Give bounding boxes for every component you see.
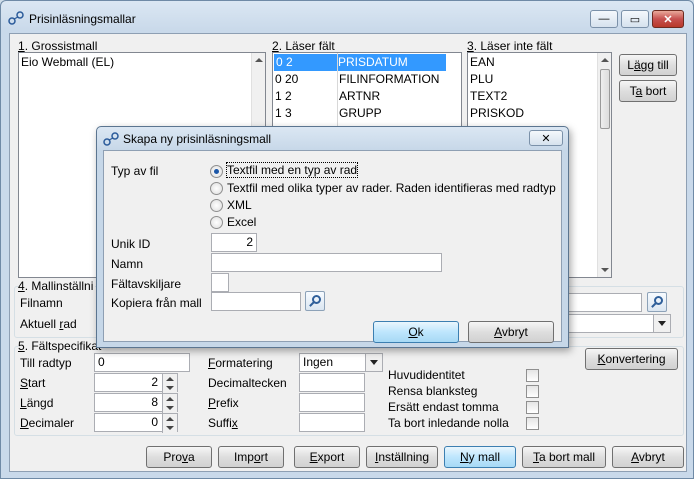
laser-inte-falt-scrollbar[interactable] bbox=[597, 53, 611, 277]
namn-label: Namn bbox=[111, 257, 144, 271]
dialog-title: Skapa ny prisinläsningsmall bbox=[123, 132, 272, 146]
mallinstallning-label: 4. Mallinställni bbox=[18, 279, 96, 293]
prova-button[interactable]: Prova bbox=[146, 446, 212, 468]
radio-xml[interactable] bbox=[210, 199, 223, 212]
radio-textfil-olika-typer-label[interactable]: Textfil med olika typer av rader. Raden … bbox=[227, 181, 556, 195]
laser-falt-label: 2. Läser fält bbox=[272, 39, 335, 53]
installning-button[interactable]: Inställning bbox=[366, 446, 438, 468]
aktuell-rad-label: Aktuell rad bbox=[20, 317, 77, 331]
ersatt-endast-tomma-label: Ersätt endast tomma bbox=[388, 400, 499, 414]
list-item[interactable]: 0 2 PRISDATUM bbox=[274, 54, 446, 71]
filnamn-input[interactable] bbox=[568, 293, 642, 312]
namn-input[interactable] bbox=[211, 253, 442, 272]
close-icon: ✕ bbox=[541, 132, 551, 145]
formatering-label: Formatering bbox=[208, 356, 273, 370]
scroll-thumb[interactable] bbox=[600, 69, 610, 129]
huvudidentitet-label: Huvudidentitet bbox=[388, 368, 465, 382]
scroll-down-icon[interactable] bbox=[601, 268, 609, 272]
dialog-ok-button[interactable]: Ok bbox=[373, 321, 459, 343]
radio-excel-label[interactable]: Excel bbox=[227, 215, 256, 229]
prefix-label: Prefix bbox=[208, 396, 239, 410]
stepper-arrows-icon[interactable] bbox=[162, 414, 177, 433]
minimize-icon: — bbox=[598, 13, 610, 25]
ny-mall-button[interactable]: Ny mall bbox=[444, 446, 516, 468]
ta-bort-button[interactable]: Ta bort bbox=[619, 80, 677, 102]
avbryt-button[interactable]: Avbryt bbox=[612, 446, 684, 468]
till-radtyp-label: Till radtyp bbox=[20, 356, 72, 370]
rensa-blanksteg-checkbox[interactable] bbox=[526, 385, 539, 398]
radio-textfil-en-typ[interactable] bbox=[210, 165, 223, 178]
start-label: Start bbox=[20, 376, 46, 390]
export-button[interactable]: Export bbox=[294, 446, 360, 468]
radio-xml-label[interactable]: XML bbox=[227, 198, 252, 212]
app-icon bbox=[8, 11, 24, 25]
list-item[interactable]: Eio Webmall (EL) bbox=[21, 54, 114, 71]
decimaler-label: Decimaler bbox=[20, 416, 75, 430]
lagg-till-button[interactable]: Lägg till bbox=[619, 54, 677, 76]
decimaltecken-label: Decimaltecken bbox=[208, 376, 287, 390]
dialog-close-button[interactable]: ✕ bbox=[529, 130, 563, 146]
laser-inte-falt-label: 3. Läser inte fält bbox=[467, 39, 553, 53]
list-item[interactable]: TEXT2 bbox=[470, 88, 507, 105]
decimaler-stepper[interactable]: 0 bbox=[94, 413, 178, 433]
grossistmall-label: 1. Grossistmall bbox=[18, 39, 98, 53]
stepper-arrows-icon[interactable] bbox=[162, 374, 177, 393]
kopiera-fran-mall-input[interactable] bbox=[211, 292, 301, 311]
list-item[interactable]: 1 3 GRUPP bbox=[275, 105, 382, 122]
ta-bort-mall-button[interactable]: Ta bort mall bbox=[522, 446, 606, 468]
scroll-up-icon[interactable] bbox=[255, 58, 263, 62]
formatering-combo[interactable]: Ingen bbox=[299, 353, 383, 372]
maximize-icon: ▭ bbox=[629, 13, 641, 26]
close-icon: ✕ bbox=[663, 13, 673, 26]
close-button[interactable]: ✕ bbox=[652, 10, 684, 28]
list-item[interactable]: 1 2 ARTNR bbox=[275, 88, 380, 105]
faltspecifikation-label: 5. Fältspecifikat bbox=[18, 339, 104, 353]
window-title: Prisinläsningsmallar bbox=[29, 12, 136, 26]
rensa-blanksteg-label: Rensa blanksteg bbox=[388, 384, 478, 398]
dialog-client-area: Typ av fil Textfil med en typ av rad Tex… bbox=[103, 150, 562, 343]
app-icon bbox=[103, 132, 119, 146]
suffix-label: Suffix bbox=[208, 416, 238, 430]
ta-bort-inledande-nolla-label: Ta bort inledande nolla bbox=[388, 416, 509, 430]
kopiera-fran-mall-label: Kopiera från mall bbox=[111, 296, 202, 310]
unik-id-label: Unik ID bbox=[111, 237, 151, 251]
title-bar[interactable]: Prisinläsningsmallar — ▭ ✕ bbox=[1, 1, 693, 33]
langd-stepper[interactable]: 8 bbox=[94, 393, 178, 413]
prefix-input[interactable] bbox=[299, 393, 365, 412]
konvertering-button[interactable]: Konvertering bbox=[585, 348, 678, 370]
faltavskiljare-input[interactable] bbox=[211, 273, 229, 292]
list-item[interactable]: PLU bbox=[470, 71, 493, 88]
chevron-down-icon[interactable] bbox=[365, 354, 382, 371]
list-item[interactable]: EAN bbox=[470, 54, 495, 71]
dialog-avbryt-button[interactable]: Avbryt bbox=[468, 321, 554, 343]
radio-excel[interactable] bbox=[210, 216, 223, 229]
ersatt-endast-tomma-checkbox[interactable] bbox=[526, 401, 539, 414]
maximize-button[interactable]: ▭ bbox=[621, 10, 649, 28]
start-stepper[interactable]: 2 bbox=[94, 373, 178, 393]
filnamn-search-button[interactable] bbox=[647, 292, 667, 312]
skapa-ny-mall-dialog: Skapa ny prisinläsningsmall ✕ Typ av fil… bbox=[96, 126, 569, 348]
list-item[interactable]: 0 20 FILINFORMATION bbox=[275, 71, 439, 88]
radio-textfil-en-typ-label[interactable]: Textfil med en typ av rad bbox=[225, 162, 359, 178]
scroll-up-icon[interactable] bbox=[601, 58, 609, 62]
minimize-button[interactable]: — bbox=[590, 10, 618, 28]
import-button[interactable]: Import bbox=[218, 446, 284, 468]
langd-label: Längd bbox=[20, 396, 54, 410]
typ-av-fil-label: Typ av fil bbox=[111, 164, 159, 178]
stepper-arrows-icon[interactable] bbox=[162, 394, 177, 413]
ta-bort-inledande-nolla-checkbox[interactable] bbox=[526, 417, 539, 430]
list-item[interactable]: PRISKOD bbox=[470, 105, 524, 122]
unik-id-input[interactable]: 2 bbox=[211, 233, 257, 252]
huvudidentitet-checkbox[interactable] bbox=[526, 369, 539, 382]
radio-textfil-olika-typer[interactable] bbox=[210, 182, 223, 195]
decimaltecken-input[interactable] bbox=[299, 373, 365, 392]
filnamn-label: Filnamn bbox=[20, 296, 63, 310]
chevron-down-icon[interactable] bbox=[653, 315, 670, 332]
faltavskiljare-label: Fältavskiljare bbox=[111, 277, 182, 291]
till-radtyp-input[interactable]: 0 bbox=[94, 353, 190, 372]
aktuell-rad-combo[interactable] bbox=[568, 314, 671, 333]
suffix-input[interactable] bbox=[299, 413, 365, 432]
kopiera-search-button[interactable] bbox=[305, 291, 325, 311]
